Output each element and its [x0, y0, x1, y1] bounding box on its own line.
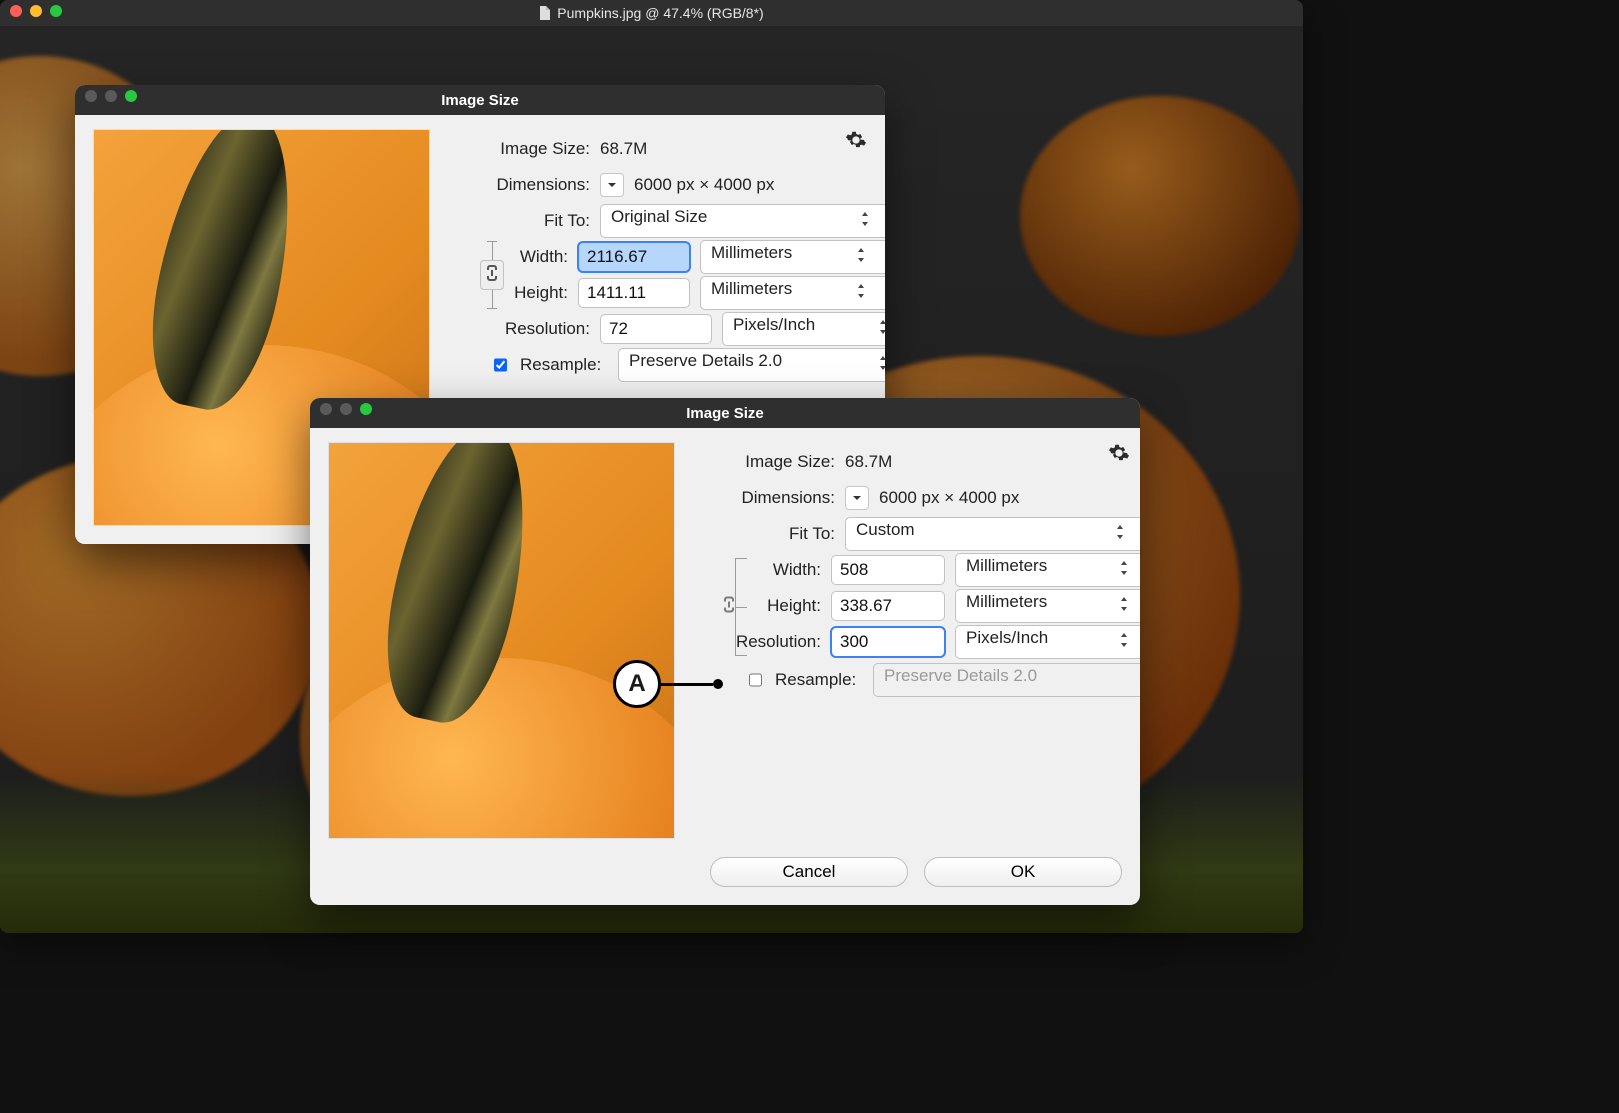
- constrain-proportions-toggle[interactable]: [480, 260, 504, 290]
- resample-method-value: Preserve Details 2.0: [884, 666, 1037, 685]
- window-minimize-button[interactable]: [105, 90, 117, 102]
- chevron-down-icon: [852, 493, 862, 503]
- resample-method-select: Preserve Details 2.0: [873, 663, 1140, 697]
- link-icon: [486, 264, 498, 287]
- dialog-traffic-lights: [85, 90, 137, 102]
- resolution-label: Resolution:: [480, 319, 590, 339]
- image-preview: [328, 442, 675, 839]
- image-size-dialog-front: Image Size Image Size: 68.7M Dimensions:…: [310, 398, 1140, 905]
- dimensions-disclosure[interactable]: [845, 486, 869, 510]
- resample-label: Resample:: [775, 670, 863, 690]
- fit-to-value: Original Size: [611, 207, 707, 226]
- resample-checkbox[interactable]: [749, 672, 762, 688]
- height-input[interactable]: [578, 278, 690, 308]
- dimensions-label: Dimensions:: [725, 488, 835, 508]
- image-size-value: 68.7M: [845, 452, 892, 472]
- window-close-button[interactable]: [85, 90, 97, 102]
- height-unit-value: Millimeters: [711, 279, 792, 298]
- dialog-titlebar: Image Size: [310, 398, 1140, 428]
- image-size-value: 68.7M: [600, 139, 647, 159]
- resample-checkbox[interactable]: [494, 357, 507, 373]
- window-zoom-button[interactable]: [360, 403, 372, 415]
- document-titlebar: Pumpkins.jpg @ 47.4% (RGB/8*): [0, 0, 1303, 26]
- resolution-unit-select[interactable]: Pixels/Inch: [955, 625, 1140, 659]
- width-unit-value: Millimeters: [711, 243, 792, 262]
- dimensions-value: 6000 px × 4000 px: [634, 175, 774, 195]
- window-traffic-lights: [10, 5, 62, 17]
- fit-to-select[interactable]: Custom: [845, 517, 1140, 551]
- chevron-down-icon: [607, 180, 617, 190]
- ok-button[interactable]: OK: [924, 857, 1122, 887]
- annotation-letter: A: [628, 670, 645, 698]
- annotation-callout: A: [613, 660, 723, 708]
- height-input[interactable]: [831, 591, 945, 621]
- width-input[interactable]: [831, 555, 945, 585]
- window-close-button[interactable]: [320, 403, 332, 415]
- constrain-bracket: [725, 558, 751, 656]
- dimensions-disclosure[interactable]: [600, 173, 624, 197]
- resolution-input[interactable]: [600, 314, 712, 344]
- height-unit-select[interactable]: Millimeters: [700, 276, 885, 310]
- resolution-input[interactable]: [831, 627, 945, 657]
- resample-method-select[interactable]: Preserve Details 2.0: [618, 348, 885, 382]
- dialog-titlebar: Image Size: [75, 85, 885, 115]
- dimensions-value: 6000 px × 4000 px: [879, 488, 1019, 508]
- dimensions-label: Dimensions:: [480, 175, 590, 195]
- dialog-traffic-lights: [320, 403, 372, 415]
- window-close-button[interactable]: [10, 5, 22, 17]
- fit-to-value: Custom: [856, 520, 915, 539]
- ok-button-label: OK: [1011, 862, 1036, 881]
- resample-label: Resample:: [520, 355, 608, 375]
- document-title: Pumpkins.jpg @ 47.4% (RGB/8*): [539, 5, 763, 21]
- width-input[interactable]: [578, 242, 690, 272]
- window-minimize-button[interactable]: [340, 403, 352, 415]
- dialog-title: Image Size: [441, 92, 519, 109]
- image-size-label: Image Size:: [480, 139, 590, 159]
- image-size-label: Image Size:: [725, 452, 835, 472]
- cancel-button-label: Cancel: [783, 862, 836, 881]
- resample-method-value: Preserve Details 2.0: [629, 351, 782, 370]
- gear-icon[interactable]: [845, 129, 867, 156]
- window-zoom-button[interactable]: [50, 5, 62, 17]
- width-unit-select[interactable]: Millimeters: [955, 553, 1140, 587]
- gear-icon[interactable]: [1108, 442, 1130, 469]
- fit-to-label: Fit To:: [480, 211, 590, 231]
- resolution-unit-value: Pixels/Inch: [733, 315, 815, 334]
- file-icon: [539, 6, 551, 20]
- cancel-button[interactable]: Cancel: [710, 857, 908, 887]
- annotation-bubble: A: [613, 660, 661, 708]
- fit-to-label: Fit To:: [725, 524, 835, 544]
- fit-to-select[interactable]: Original Size: [600, 204, 885, 238]
- document-title-text: Pumpkins.jpg @ 47.4% (RGB/8*): [557, 5, 763, 21]
- resolution-unit-select[interactable]: Pixels/Inch: [722, 312, 885, 346]
- width-unit-value: Millimeters: [966, 556, 1047, 575]
- window-minimize-button[interactable]: [30, 5, 42, 17]
- window-zoom-button[interactable]: [125, 90, 137, 102]
- height-unit-value: Millimeters: [966, 592, 1047, 611]
- dialog-title: Image Size: [686, 405, 764, 422]
- height-unit-select[interactable]: Millimeters: [955, 589, 1140, 623]
- width-unit-select[interactable]: Millimeters: [700, 240, 885, 274]
- resolution-unit-value: Pixels/Inch: [966, 628, 1048, 647]
- link-icon[interactable]: [723, 596, 735, 619]
